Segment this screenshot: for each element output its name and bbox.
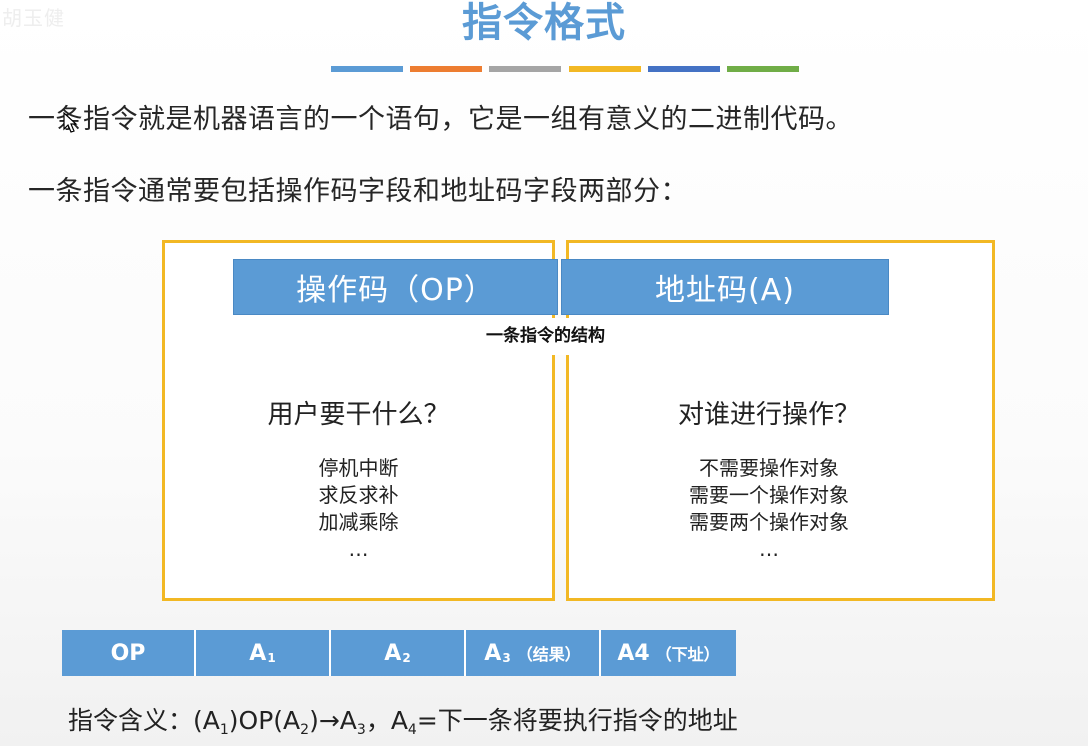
format-a4-label: A4 — [617, 640, 650, 666]
format-a1-label: A — [249, 640, 267, 666]
color-bar-3 — [489, 66, 561, 72]
format-a2-label: A — [384, 640, 402, 666]
meaning-subscript: 3 — [356, 722, 366, 738]
format-a4-note: （下址） — [655, 645, 720, 664]
meaning-text: )OP(A — [228, 706, 301, 735]
instruction-meaning: 指令含义：(A1)OP(A2)→A3，A4=下一条将要执行指令的地址 — [68, 701, 738, 738]
color-bar-5 — [648, 66, 720, 72]
meaning-subscript: 2 — [300, 722, 310, 738]
list-item: … — [759, 537, 779, 561]
list-item: 不需要操作对象 — [699, 456, 839, 480]
format-cell-a1: A1 — [196, 630, 331, 676]
color-bar-6 — [727, 66, 799, 72]
address-question: 对谁进行操作？ — [677, 400, 860, 430]
list-item: 求反求补 — [318, 483, 399, 507]
structure-caption: 一条指令的结构 — [474, 318, 658, 355]
meaning-text: =下一条将要执行指令的地址 — [416, 706, 738, 735]
color-bar-4 — [569, 66, 641, 72]
format-a3-subscript: 3 — [502, 651, 511, 665]
meaning-subscript: 4 — [407, 722, 417, 738]
slide-title: 指令格式 — [462, 0, 626, 46]
meaning-text: ，A — [365, 706, 408, 735]
intro-line-2: 一条指令通常要包括操作码字段和地址码字段两部分： — [28, 176, 688, 207]
format-op-label: OP — [110, 640, 146, 666]
format-cell-a2: A2 — [331, 630, 466, 676]
opcode-question: 用户要干什么？ — [267, 400, 450, 430]
format-a1-subscript: 1 — [267, 651, 276, 665]
address-header: 地址码(A) — [561, 259, 889, 315]
mouse-pointer-icon — [63, 112, 78, 133]
format-a3-note: （结果） — [516, 645, 581, 664]
opcode-examples: 停机中断 求反求补 加减乘除 … — [165, 455, 552, 563]
intro-line-1: 一条指令就是机器语言的一个语句，它是一组有意义的二进制代码。 — [28, 104, 853, 135]
format-a3-label: A — [484, 640, 502, 666]
format-cell-a4: A4 （下址） — [601, 630, 736, 676]
color-bar-1 — [331, 66, 403, 72]
format-cell-op: OP — [62, 630, 196, 676]
list-item: 需要一个操作对象 — [689, 483, 849, 507]
format-a2-subscript: 2 — [402, 651, 411, 665]
opcode-header: 操作码（OP） — [233, 259, 558, 315]
list-item: 加减乘除 — [318, 510, 399, 534]
meaning-text: )→A — [309, 706, 357, 735]
list-item: 需要两个操作对象 — [689, 510, 849, 534]
address-examples: 不需要操作对象 需要一个操作对象 需要两个操作对象 … — [569, 455, 969, 563]
list-item: 停机中断 — [318, 456, 399, 480]
meaning-text: 指令含义：(A — [68, 706, 220, 735]
format-cell-a3: A 3 （结果） — [466, 630, 601, 676]
list-item: … — [348, 537, 369, 561]
color-bar-2 — [410, 66, 482, 72]
meaning-subscript: 1 — [219, 722, 229, 738]
